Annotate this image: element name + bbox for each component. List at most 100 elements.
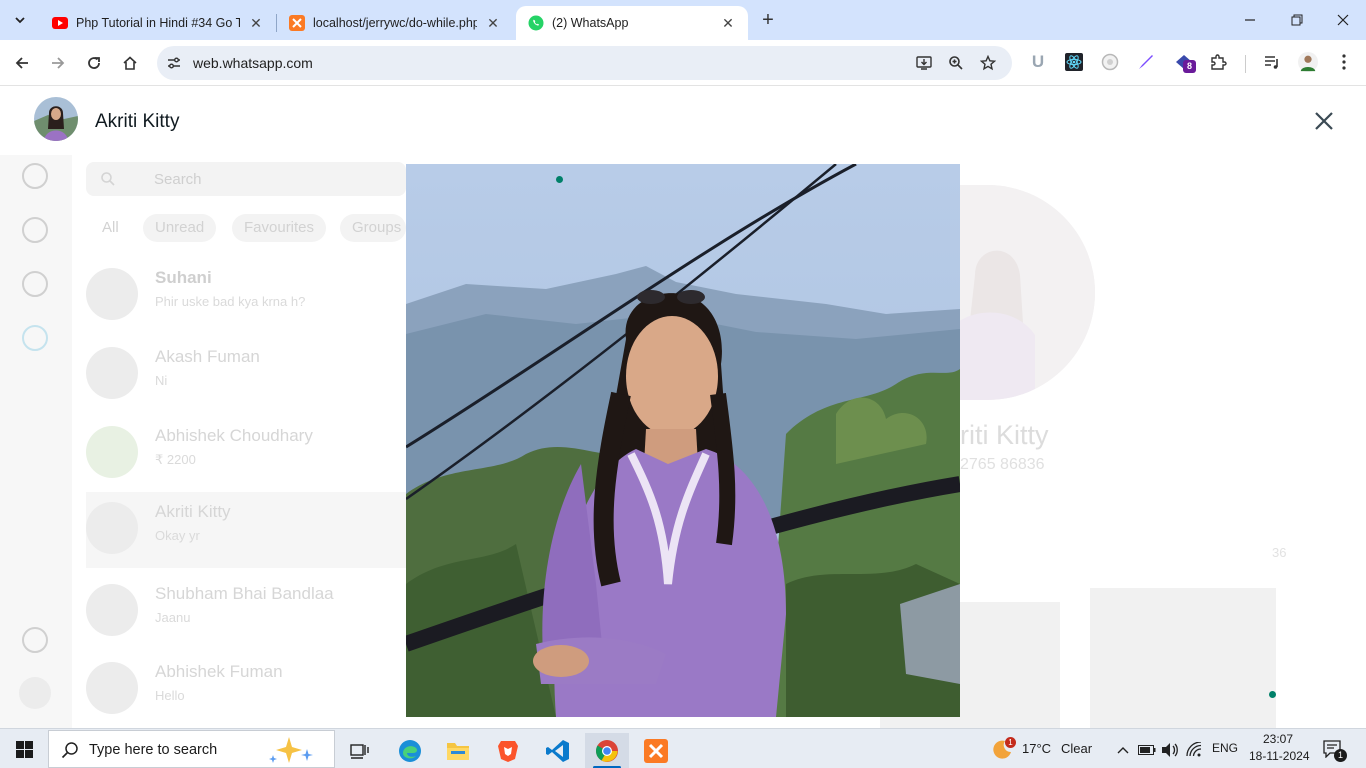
- file-explorer-app[interactable]: [436, 733, 480, 768]
- windows-logo-icon: [15, 740, 33, 758]
- profile-name: riti Kitty: [960, 420, 1049, 450]
- chat-last-message: Ni: [155, 373, 168, 388]
- chat-last-message: Phir uske bad kya krna h?: [155, 294, 306, 309]
- chat-name: Akriti Kitty: [155, 502, 231, 521]
- settings-icon: [22, 627, 48, 653]
- chat-name: Abhishek Fuman: [155, 662, 283, 681]
- chats-icon: [22, 163, 48, 189]
- avatar: [86, 426, 138, 478]
- profile-avatar-icon[interactable]: [1298, 52, 1318, 72]
- site-info-icon[interactable]: [165, 54, 183, 72]
- chat-list-item: Abhishek Choudhary ₹ 2200: [86, 416, 406, 492]
- home-icon: [123, 56, 137, 70]
- search-icon: [61, 742, 78, 759]
- arrow-left-icon: [15, 57, 28, 69]
- url-text[interactable]: web.whatsapp.com: [193, 55, 313, 71]
- contact-name: Akriti Kitty: [95, 111, 180, 132]
- tab-search-button[interactable]: [8, 8, 32, 32]
- browser-toolbar: web.whatsapp.com U 8: [0, 40, 1366, 86]
- browser-tabstrip: Php Tutorial in Hindi #34 Go To ✕ localh…: [0, 0, 1366, 40]
- xampp-icon: [289, 15, 305, 31]
- forward-button[interactable]: [46, 51, 70, 75]
- folder-icon: [447, 743, 469, 760]
- close-tab-icon[interactable]: ✕: [248, 15, 264, 31]
- minimize-button[interactable]: [1238, 8, 1262, 32]
- chat-name: Suhani: [155, 268, 212, 287]
- start-button[interactable]: [0, 729, 48, 768]
- home-button[interactable]: [118, 51, 142, 75]
- extension-badge-count: 8: [1183, 60, 1196, 73]
- language-indicator[interactable]: ENG: [1212, 741, 1238, 755]
- copilot-sparkle-icon: [269, 737, 313, 763]
- address-bar[interactable]: web.whatsapp.com: [157, 46, 1012, 80]
- taskbar-search-placeholder: Type here to search: [89, 742, 218, 758]
- avatar: [86, 268, 138, 320]
- media-viewer-header: Akriti Kitty: [0, 87, 1366, 155]
- brave-app[interactable]: [486, 733, 530, 768]
- volume-icon[interactable]: [1161, 741, 1179, 759]
- status-icon: [22, 217, 48, 243]
- tab-localhost[interactable]: localhost/jerrywc/do-while.php ✕: [277, 6, 513, 40]
- browser-menu-icon[interactable]: [1334, 52, 1354, 72]
- battery-icon[interactable]: [1138, 741, 1156, 759]
- tab-title: (2) WhatsApp: [552, 16, 629, 30]
- media-photo[interactable]: [406, 164, 960, 717]
- media-count: 36: [1272, 545, 1287, 560]
- brave-icon: [498, 741, 518, 762]
- windows-taskbar: Type here to search 1 17°C Clear ENG 23:…: [0, 728, 1366, 768]
- close-icon: [1315, 112, 1333, 130]
- close-viewer-button[interactable]: [1310, 107, 1338, 135]
- chat-name: Abhishek Choudhary: [155, 426, 313, 445]
- edge-app[interactable]: [388, 733, 432, 768]
- contact-avatar[interactable]: [34, 97, 78, 141]
- chat-name: Shubham Bhai Bandlaa: [155, 584, 334, 603]
- tab-whatsapp[interactable]: (2) WhatsApp ✕: [516, 6, 748, 40]
- back-button[interactable]: [10, 51, 34, 75]
- react-devtools-icon[interactable]: [1064, 52, 1084, 72]
- filter-chip-favourites: Favourites: [232, 214, 327, 242]
- chat-list-item: Akash Fuman Ni: [86, 337, 406, 413]
- edge-icon: [399, 740, 421, 762]
- close-window-button[interactable]: [1331, 8, 1355, 32]
- extension-badge-icon[interactable]: 8: [1174, 52, 1196, 73]
- close-icon: [1337, 14, 1349, 26]
- media-control-icon[interactable]: [1262, 52, 1282, 72]
- wifi-icon[interactable]: [1186, 741, 1204, 759]
- new-tab-button[interactable]: +: [757, 9, 779, 31]
- weather-badge: 1: [1005, 737, 1016, 748]
- task-view-button[interactable]: [338, 733, 382, 768]
- xampp-icon: [644, 739, 668, 763]
- vscode-app[interactable]: [536, 733, 580, 768]
- close-tab-icon[interactable]: ✕: [720, 15, 736, 31]
- meta-ai-icon: [22, 325, 48, 351]
- install-app-icon[interactable]: [915, 54, 933, 72]
- avatar: [86, 502, 138, 554]
- show-hidden-icons-icon[interactable]: [1114, 741, 1132, 759]
- clock-date[interactable]: 18-11-2024: [1249, 749, 1310, 763]
- tab-youtube[interactable]: Php Tutorial in Hindi #34 Go To ✕: [40, 6, 276, 40]
- restore-button[interactable]: [1285, 8, 1309, 32]
- minimize-icon: [1245, 19, 1255, 21]
- tab-title: Php Tutorial in Hindi #34 Go To: [76, 16, 240, 30]
- xampp-app[interactable]: [634, 733, 678, 768]
- bookmark-star-icon[interactable]: [979, 54, 997, 72]
- reload-button[interactable]: [82, 51, 106, 75]
- close-tab-icon[interactable]: ✕: [485, 15, 501, 31]
- taskbar-search-box[interactable]: Type here to search: [48, 730, 335, 768]
- extension-circle-icon[interactable]: [1100, 52, 1120, 72]
- weather-condition[interactable]: Clear: [1061, 741, 1092, 756]
- clock-time[interactable]: 23:07: [1263, 732, 1293, 746]
- reload-icon: [88, 57, 100, 69]
- extensions-puzzle-icon[interactable]: [1208, 52, 1228, 72]
- chat-list-item: Akriti Kitty Okay yr: [86, 492, 406, 568]
- weather-temperature[interactable]: 17°C: [1022, 741, 1051, 756]
- chat-last-message: Hello: [155, 688, 185, 703]
- zoom-icon[interactable]: [947, 54, 965, 72]
- filter-chip-unread: Unread: [143, 214, 217, 242]
- chrome-app[interactable]: [585, 733, 629, 768]
- tab-title: localhost/jerrywc/do-while.php: [313, 16, 477, 30]
- extension-pen-icon[interactable]: [1136, 52, 1156, 72]
- extension-u-icon[interactable]: U: [1028, 52, 1048, 72]
- filter-chip-groups: Groups: [340, 214, 406, 242]
- whatsapp-nav-rail: [0, 155, 72, 728]
